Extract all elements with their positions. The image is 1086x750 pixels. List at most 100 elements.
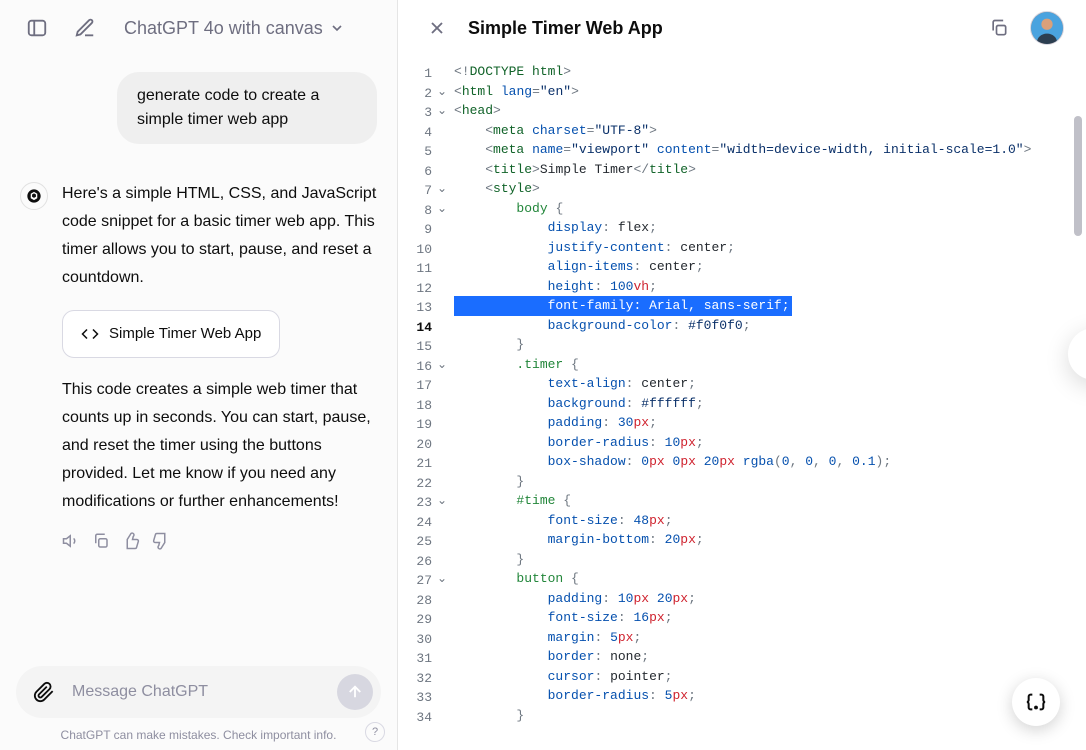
line-number: 1	[398, 64, 450, 84]
line-gutter: 1234567891011121314151617181920212223242…	[398, 62, 450, 750]
code-line[interactable]: box-shadow: 0px 0px 20px rgba(0, 0, 0, 0…	[454, 452, 1086, 472]
assistant-avatar	[20, 182, 48, 210]
code-line[interactable]: font-size: 16px;	[454, 608, 1086, 628]
arrow-up-icon	[346, 683, 364, 701]
line-number: 10	[398, 240, 450, 260]
canvas-tools-fab[interactable]	[1012, 678, 1060, 726]
code-line[interactable]: justify-content: center;	[454, 238, 1086, 258]
line-number: 4	[398, 123, 450, 143]
line-number: 6	[398, 162, 450, 182]
line-number: 26	[398, 552, 450, 572]
line-number: 30	[398, 630, 450, 650]
canvas-panel: Simple Timer Web App 1234567891011121314…	[398, 0, 1086, 750]
line-number: 27	[398, 571, 450, 591]
code-line[interactable]: display: flex;	[454, 218, 1086, 238]
code-editor[interactable]: 1234567891011121314151617181920212223242…	[398, 56, 1086, 750]
code-line[interactable]: border-radius: 5px;	[454, 686, 1086, 706]
line-number: 12	[398, 279, 450, 299]
chat-scroll[interactable]: generate code to create a simple timer w…	[0, 56, 397, 658]
send-button[interactable]	[337, 674, 373, 710]
code-line[interactable]: margin-bottom: 20px;	[454, 530, 1086, 550]
line-number: 11	[398, 259, 450, 279]
code-line[interactable]: <head>	[454, 101, 1086, 121]
paperclip-icon	[33, 681, 55, 703]
scrollbar-thumb[interactable]	[1074, 116, 1082, 236]
code-line[interactable]: #time {	[454, 491, 1086, 511]
line-number: 25	[398, 532, 450, 552]
code-line[interactable]: font-size: 48px;	[454, 511, 1086, 531]
canvas-chip[interactable]: Simple Timer Web App	[62, 310, 280, 358]
line-number: 32	[398, 669, 450, 689]
copy-canvas-button[interactable]	[982, 11, 1016, 45]
code-line[interactable]: font-family: Arial, sans-serif;	[454, 296, 1086, 316]
feedback-row	[62, 532, 377, 550]
line-number: 24	[398, 513, 450, 533]
code-brackets-icon	[1025, 691, 1047, 713]
code-line[interactable]: border-radius: 10px;	[454, 433, 1086, 453]
chat-panel: ChatGPT 4o with canvas generate code to …	[0, 0, 398, 750]
user-message: generate code to create a simple timer w…	[117, 72, 377, 144]
code-line[interactable]: }	[454, 472, 1086, 492]
code-line[interactable]: .timer {	[454, 355, 1086, 375]
code-line[interactable]: <title>Simple Timer</title>	[454, 160, 1086, 180]
close-canvas-button[interactable]	[420, 11, 454, 45]
user-avatar[interactable]	[1030, 11, 1064, 45]
code-line[interactable]: <style>	[454, 179, 1086, 199]
new-chat-button[interactable]	[68, 11, 102, 45]
code-line[interactable]: border: none;	[454, 647, 1086, 667]
code-line[interactable]: background-color: #f0f0f0;	[454, 316, 1086, 336]
composer[interactable]	[16, 666, 381, 718]
line-number: 34	[398, 708, 450, 728]
code-line[interactable]: margin: 5px;	[454, 628, 1086, 648]
copy-icon	[989, 18, 1009, 38]
code-line[interactable]: padding: 30px;	[454, 413, 1086, 433]
line-number: 15	[398, 337, 450, 357]
composer-input[interactable]	[72, 683, 327, 701]
help-button[interactable]: ?	[365, 722, 385, 742]
line-number: 28	[398, 591, 450, 611]
canvas-header: Simple Timer Web App	[398, 0, 1086, 56]
vertical-scrollbar[interactable]	[1074, 116, 1082, 730]
copy-icon	[92, 532, 110, 550]
code-line[interactable]: }	[454, 550, 1086, 570]
assistant-message: Here's a simple HTML, CSS, and JavaScrip…	[20, 180, 377, 550]
line-number: 8	[398, 201, 450, 221]
copy-button[interactable]	[92, 532, 110, 550]
code-line[interactable]: <meta name="viewport" content="width=dev…	[454, 140, 1086, 160]
line-number: 19	[398, 415, 450, 435]
assistant-outro: This code creates a simple web timer tha…	[62, 376, 377, 516]
code-line[interactable]: align-items: center;	[454, 257, 1086, 277]
code-line[interactable]: height: 100vh;	[454, 277, 1086, 297]
code-line[interactable]: button {	[454, 569, 1086, 589]
code-line[interactable]: <meta charset="UTF-8">	[454, 121, 1086, 141]
code-line[interactable]: <!DOCTYPE html>	[454, 62, 1086, 82]
code-line[interactable]: padding: 10px 20px;	[454, 589, 1086, 609]
sidebar-icon	[26, 17, 48, 39]
code-line[interactable]: background: #ffffff;	[454, 394, 1086, 414]
line-number: 29	[398, 610, 450, 630]
model-selector[interactable]: ChatGPT 4o with canvas	[116, 12, 353, 45]
line-number: 31	[398, 649, 450, 669]
line-number: 7	[398, 181, 450, 201]
thumbs-up-button[interactable]	[122, 532, 140, 550]
attach-button[interactable]	[26, 674, 62, 710]
code-line[interactable]: }	[454, 706, 1086, 726]
thumbs-up-icon	[122, 532, 140, 550]
composer-area	[0, 658, 397, 724]
thumbs-down-button[interactable]	[152, 532, 170, 550]
chat-header: ChatGPT 4o with canvas	[0, 0, 397, 56]
line-number: 5	[398, 142, 450, 162]
line-number: 13	[398, 298, 450, 318]
read-aloud-button[interactable]	[62, 532, 80, 550]
speaker-icon	[62, 532, 80, 550]
line-number: 2	[398, 84, 450, 104]
code-line[interactable]: <html lang="en">	[454, 82, 1086, 102]
code-line[interactable]: }	[454, 335, 1086, 355]
code-line[interactable]: text-align: center;	[454, 374, 1086, 394]
line-number: 3	[398, 103, 450, 123]
model-label: ChatGPT 4o with canvas	[124, 18, 323, 39]
code-line[interactable]: cursor: pointer;	[454, 667, 1086, 687]
toggle-sidebar-button[interactable]	[20, 11, 54, 45]
code-line[interactable]: body {	[454, 199, 1086, 219]
code-content[interactable]: <!DOCTYPE html><html lang="en"><head> <m…	[450, 62, 1086, 750]
